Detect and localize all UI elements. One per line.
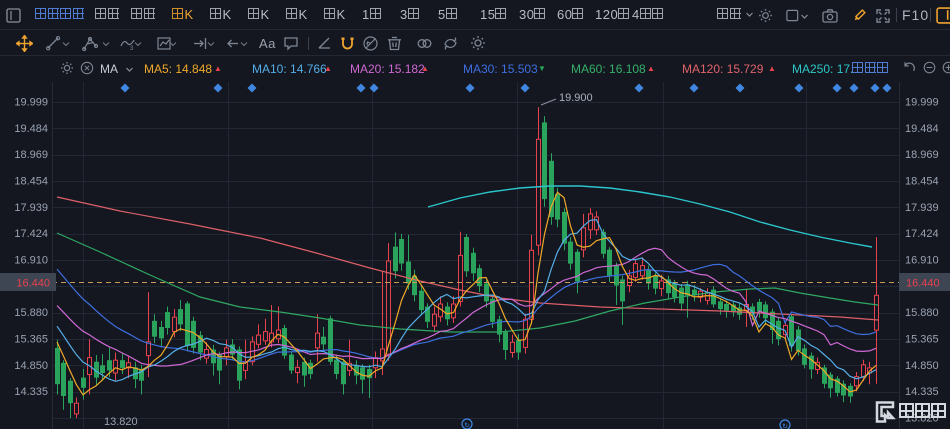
svg-text:15.365: 15.365: [905, 334, 939, 346]
svg-text:17.939: 17.939: [14, 202, 48, 214]
svg-text:15.365: 15.365: [14, 334, 48, 346]
svg-text:19.999: 19.999: [905, 97, 939, 109]
svg-text:14.335: 14.335: [14, 386, 48, 398]
svg-text:15.880: 15.880: [905, 307, 939, 319]
svg-text:14.850: 14.850: [14, 360, 48, 372]
svg-text:14.850: 14.850: [905, 360, 939, 372]
svg-text:↻: ↻: [782, 424, 788, 429]
svg-text:16.440: 16.440: [16, 278, 50, 290]
svg-text:19.900: 19.900: [559, 92, 593, 104]
svg-text:15.880: 15.880: [14, 307, 48, 319]
svg-text:14.335: 14.335: [905, 386, 939, 398]
svg-text:16.910: 16.910: [14, 255, 48, 267]
svg-text:18.969: 18.969: [14, 149, 48, 161]
svg-text:18.454: 18.454: [14, 176, 48, 188]
svg-text:17.424: 17.424: [905, 228, 939, 240]
svg-text:18.454: 18.454: [905, 176, 939, 188]
svg-text:16.440: 16.440: [906, 278, 940, 290]
svg-text:18.969: 18.969: [905, 149, 939, 161]
svg-text:↻: ↻: [464, 423, 470, 429]
svg-text:19.999: 19.999: [14, 97, 48, 109]
svg-text:17.939: 17.939: [905, 202, 939, 214]
svg-text:17.424: 17.424: [14, 228, 48, 240]
svg-text:16.910: 16.910: [905, 255, 939, 267]
svg-text:19.484: 19.484: [14, 123, 48, 135]
svg-text:13.820: 13.820: [104, 416, 138, 428]
svg-text:19.484: 19.484: [905, 123, 939, 135]
